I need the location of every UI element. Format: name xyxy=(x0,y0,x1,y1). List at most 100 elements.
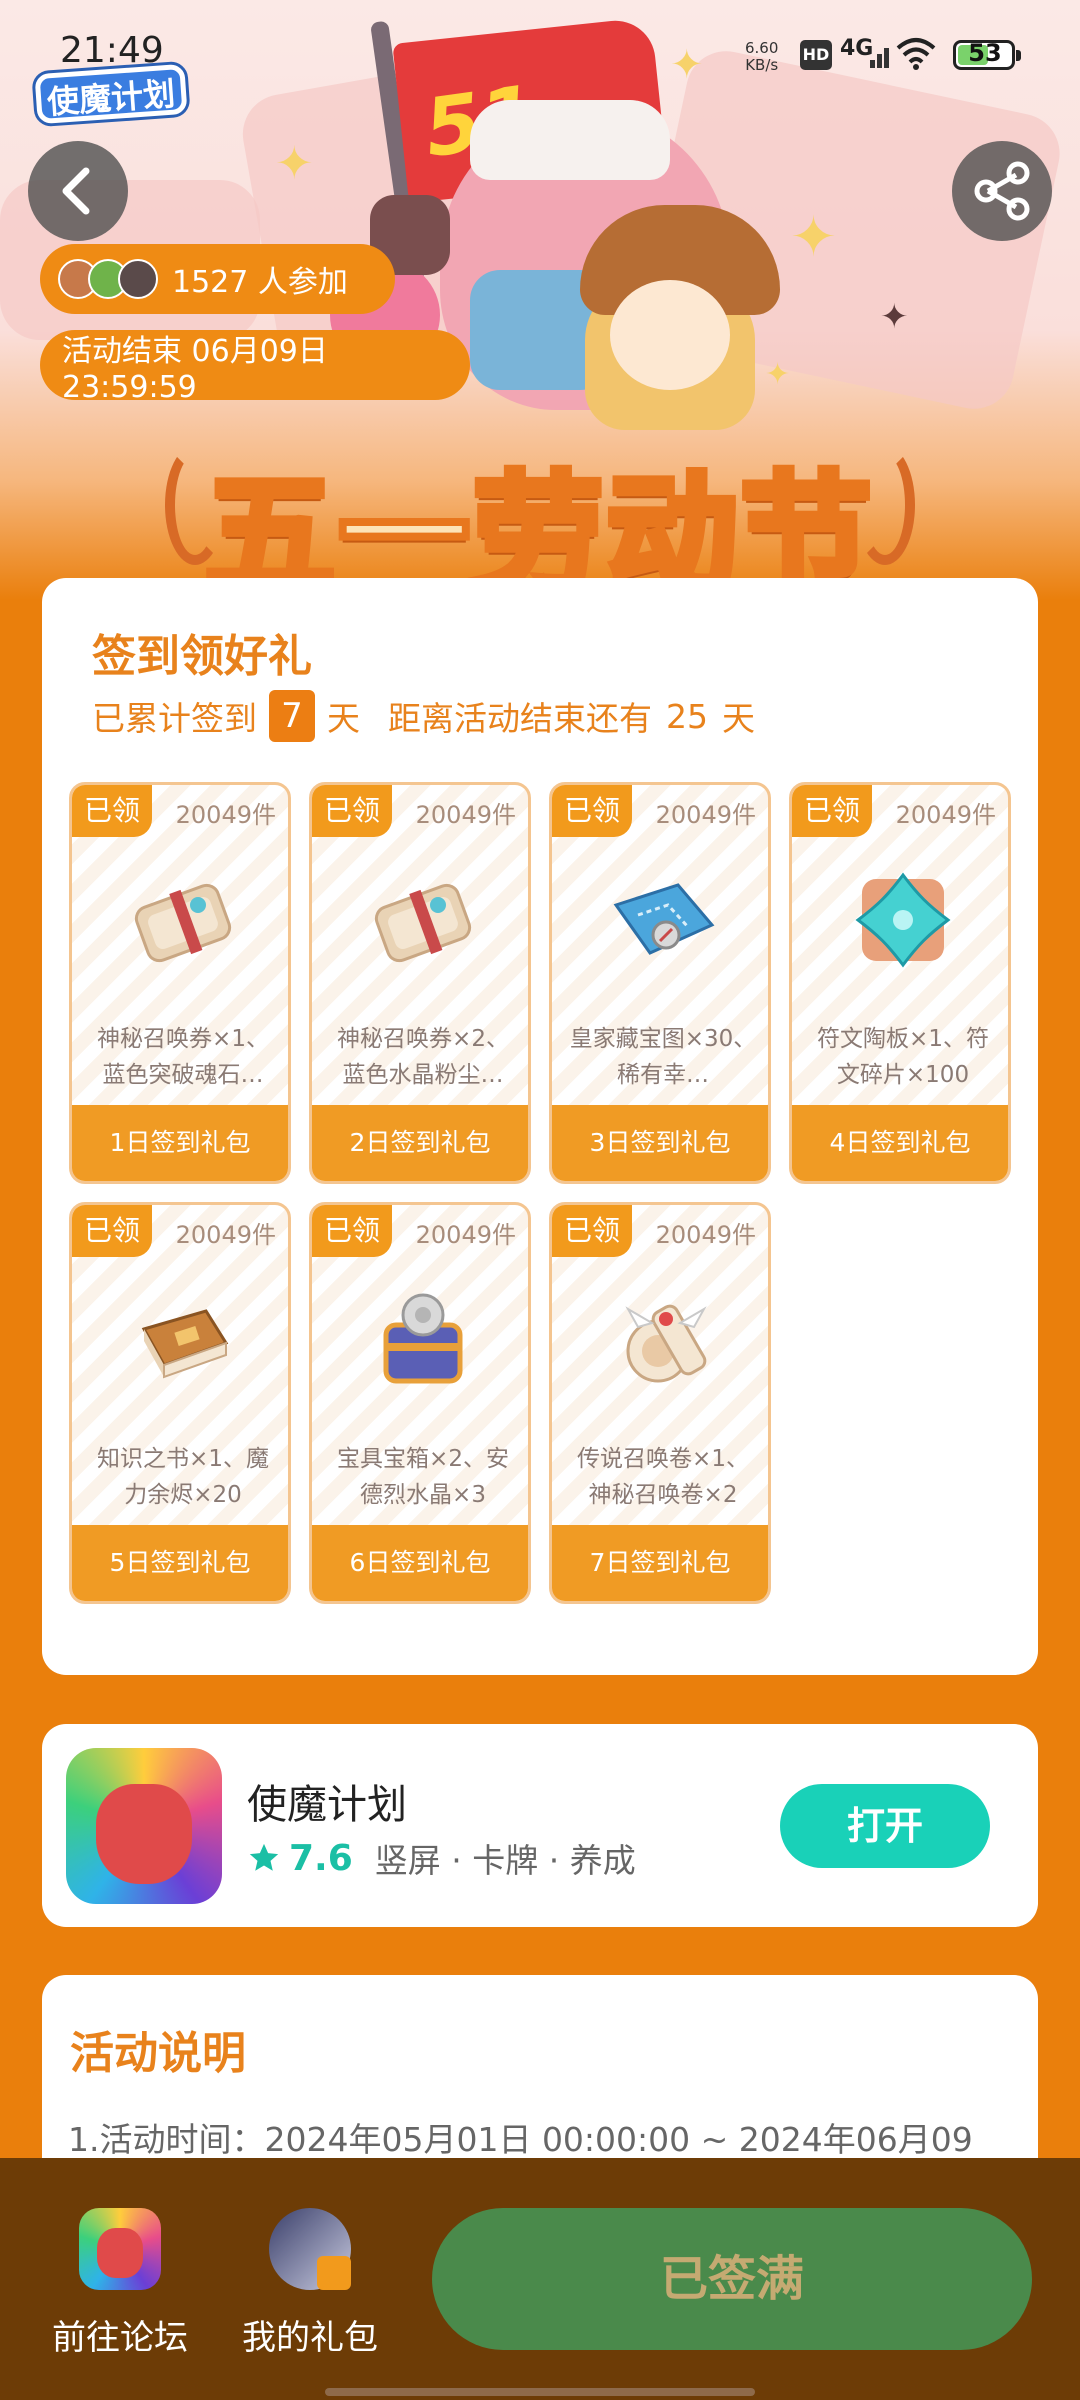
gift-count: 20049件 xyxy=(655,1221,756,1249)
claimed-tag: 已领 xyxy=(792,785,872,837)
battery-tip xyxy=(1016,50,1021,61)
gift-description: 皇家藏宝图×30、稀有幸… xyxy=(569,1026,757,1088)
gift-label: 3日签到礼包 xyxy=(552,1105,768,1181)
claimed-tag: 已领 xyxy=(312,785,392,837)
gift-label: 4日签到礼包 xyxy=(792,1105,1008,1181)
remaining-prefix: 距离活动结束还有 xyxy=(388,699,652,738)
battery-level: 53 xyxy=(968,39,1002,67)
gift-description: 神秘召唤券×2、蓝色水晶粉尘… xyxy=(337,1026,509,1088)
forum-icon xyxy=(79,2208,161,2290)
app-meta: 7.6 竖屏 · 卡牌 · 养成 xyxy=(247,1834,636,1882)
chevron-left-icon xyxy=(62,167,90,215)
book-icon xyxy=(141,1309,229,1379)
checkin-card: 签到领好礼 已累计签到 7 天 距离活动结束还有 25 天 已领 20049件 … xyxy=(42,578,1038,1675)
my-gifts-label: 我的礼包 xyxy=(242,2318,378,2358)
gift-label: 2日签到礼包 xyxy=(312,1105,528,1181)
claimed-tag: 已领 xyxy=(552,785,632,837)
bear-hat-illustration xyxy=(470,100,670,180)
gift-label: 6日签到礼包 xyxy=(312,1525,528,1601)
share-icon xyxy=(974,161,1030,221)
treasure-chest-icon xyxy=(383,1293,463,1384)
net-speed-value: 6.60 xyxy=(745,39,779,57)
remaining-days: 25 xyxy=(666,696,708,736)
gift-label: 5日签到礼包 xyxy=(72,1525,288,1601)
rules-line-1: 1.活动时间：2024年05月01日 00:00:00 ~ 2024年06月09 xyxy=(68,2120,973,2159)
sparkle-icon: ✦ xyxy=(275,136,314,190)
participants-pill: 1527 人参加 xyxy=(40,244,395,314)
gift-card-day7[interactable]: 已领 20049件 传说召唤卷×1、神秘召唤卷×2 7日签到礼包 xyxy=(549,1202,771,1604)
signed-full-button[interactable]: 已签满 xyxy=(432,2208,1032,2350)
forum-label: 前往论坛 xyxy=(52,2318,188,2358)
gift-count: 20049件 xyxy=(655,801,756,829)
network-label: 4G xyxy=(840,36,874,61)
legend-scroll-icon xyxy=(625,1304,707,1383)
gift-description: 知识之书×1、魔力余烬×20 xyxy=(97,1446,269,1508)
hd-badge: HD xyxy=(800,40,832,70)
gift-count: 20049件 xyxy=(175,1221,276,1249)
participants-count: 1527 人参加 xyxy=(172,265,348,300)
days-unit: 天 xyxy=(327,699,360,738)
gift-count: 20049件 xyxy=(895,801,996,829)
gift-card-day2[interactable]: 已领 20049件 神秘召唤券×2、蓝色水晶粉尘… 2日签到礼包 xyxy=(309,782,531,1184)
bottom-bar: 前往论坛 我的礼包 已签满 xyxy=(0,2158,1080,2400)
gift-card-day5[interactable]: 已领 20049件 知识之书×1、魔力余烬×20 5日签到礼包 xyxy=(69,1202,291,1604)
avatar xyxy=(118,259,158,299)
open-app-button[interactable]: 打开 xyxy=(780,1784,990,1868)
claimed-tag: 已领 xyxy=(72,785,152,837)
gift-description: 符文陶板×1、符文碎片×100 xyxy=(817,1026,989,1088)
app-tags: 竖屏 · 卡牌 · 养成 xyxy=(374,1841,636,1880)
treasure-map-icon xyxy=(613,883,715,955)
monster-icon xyxy=(96,1784,192,1884)
gift-card-day6[interactable]: 已领 20049件 宝具宝箱×2、安德烈水晶×3 6日签到礼包 xyxy=(309,1202,531,1604)
status-net-speed: 6.60 KB/s xyxy=(745,40,778,74)
gift-box-icon xyxy=(269,2208,351,2290)
checkin-title: 签到领好礼 xyxy=(92,631,312,682)
gift-count: 20049件 xyxy=(175,801,276,829)
net-speed-unit: KB/s xyxy=(745,56,779,74)
remaining-unit: 天 xyxy=(722,699,755,738)
gift-card-day1[interactable]: 已领 20049件 神秘召唤券×1、蓝色突破魂石… 1日签到礼包 xyxy=(69,782,291,1184)
claimed-tag: 已领 xyxy=(72,1205,152,1257)
gift-count: 20049件 xyxy=(415,1221,516,1249)
wifi-icon xyxy=(896,38,936,70)
share-button[interactable] xyxy=(952,141,1052,241)
sparkle-icon: ✦ xyxy=(790,205,837,270)
gift-description: 传说召唤卷×1、神秘召唤卷×2 xyxy=(577,1446,749,1508)
gift-label: 7日签到礼包 xyxy=(552,1525,768,1601)
sparkle-icon: ✦ xyxy=(670,42,704,88)
sparkle-icon: ✦ xyxy=(880,297,909,337)
gift-description: 宝具宝箱×2、安德烈水晶×3 xyxy=(337,1446,509,1508)
gift-count: 20049件 xyxy=(415,801,516,829)
app-icon[interactable] xyxy=(66,1748,222,1904)
gift-card-day3[interactable]: 已领 20049件 皇家藏宝图×30、稀有幸… 3日签到礼包 xyxy=(549,782,771,1184)
event-end-time-pill: 活动结束 06月09日 23:59:59 xyxy=(40,330,470,405)
app-card[interactable]: 使魔计划 7.6 竖屏 · 卡牌 · 养成 打开 xyxy=(42,1724,1038,1927)
game-logo: 使魔计划 xyxy=(34,45,188,125)
scroll-icon xyxy=(374,883,472,963)
event-end-time: 活动结束 06月09日 23:59:59 xyxy=(62,333,328,405)
days-signed-badge: 7 xyxy=(269,690,315,742)
forum-button[interactable]: 前往论坛 xyxy=(25,2208,215,2359)
app-rating: 7.6 xyxy=(289,1837,353,1879)
checkin-progress: 已累计签到 7 天 距离活动结束还有 25 天 xyxy=(92,690,755,742)
game-logo-text: 使魔计划 xyxy=(45,74,177,122)
back-button[interactable] xyxy=(28,141,128,241)
rune-tablet-icon xyxy=(855,872,951,968)
claimed-tag: 已领 xyxy=(312,1205,392,1257)
my-gifts-button[interactable]: 我的礼包 xyxy=(215,2208,405,2359)
progress-prefix: 已累计签到 xyxy=(92,699,257,738)
app-name: 使魔计划 xyxy=(247,1782,407,1828)
gift-card-day4[interactable]: 已领 20049件 符文陶板×1、符文碎片×100 4日签到礼包 xyxy=(789,782,1011,1184)
gift-label: 1日签到礼包 xyxy=(72,1105,288,1181)
girl-face-illustration xyxy=(610,280,730,390)
star-icon xyxy=(249,1843,279,1871)
scroll-icon xyxy=(134,883,232,963)
gift-description: 神秘召唤券×1、蓝色突破魂石… xyxy=(97,1026,269,1088)
home-indicator[interactable] xyxy=(325,2388,755,2396)
network-type: 4G xyxy=(840,36,873,61)
festival-title: 五一劳动节 xyxy=(201,455,875,600)
sparkle-icon: ✦ xyxy=(765,357,791,392)
signal-icon xyxy=(870,42,890,68)
rules-title: 活动说明 xyxy=(70,2028,246,2079)
claimed-tag: 已领 xyxy=(552,1205,632,1257)
